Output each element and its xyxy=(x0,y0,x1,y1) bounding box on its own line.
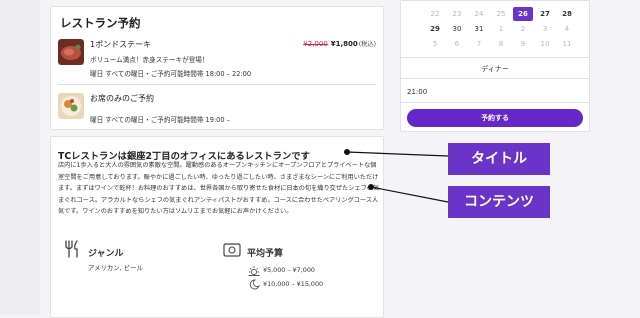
content-leader-line xyxy=(370,186,449,203)
title-leader-line xyxy=(346,151,449,157)
content-callout: コンテンツ xyxy=(448,186,550,218)
title-leader-dot xyxy=(344,149,350,155)
content-leader-dot xyxy=(368,184,374,190)
title-callout: タイトル xyxy=(448,143,550,175)
